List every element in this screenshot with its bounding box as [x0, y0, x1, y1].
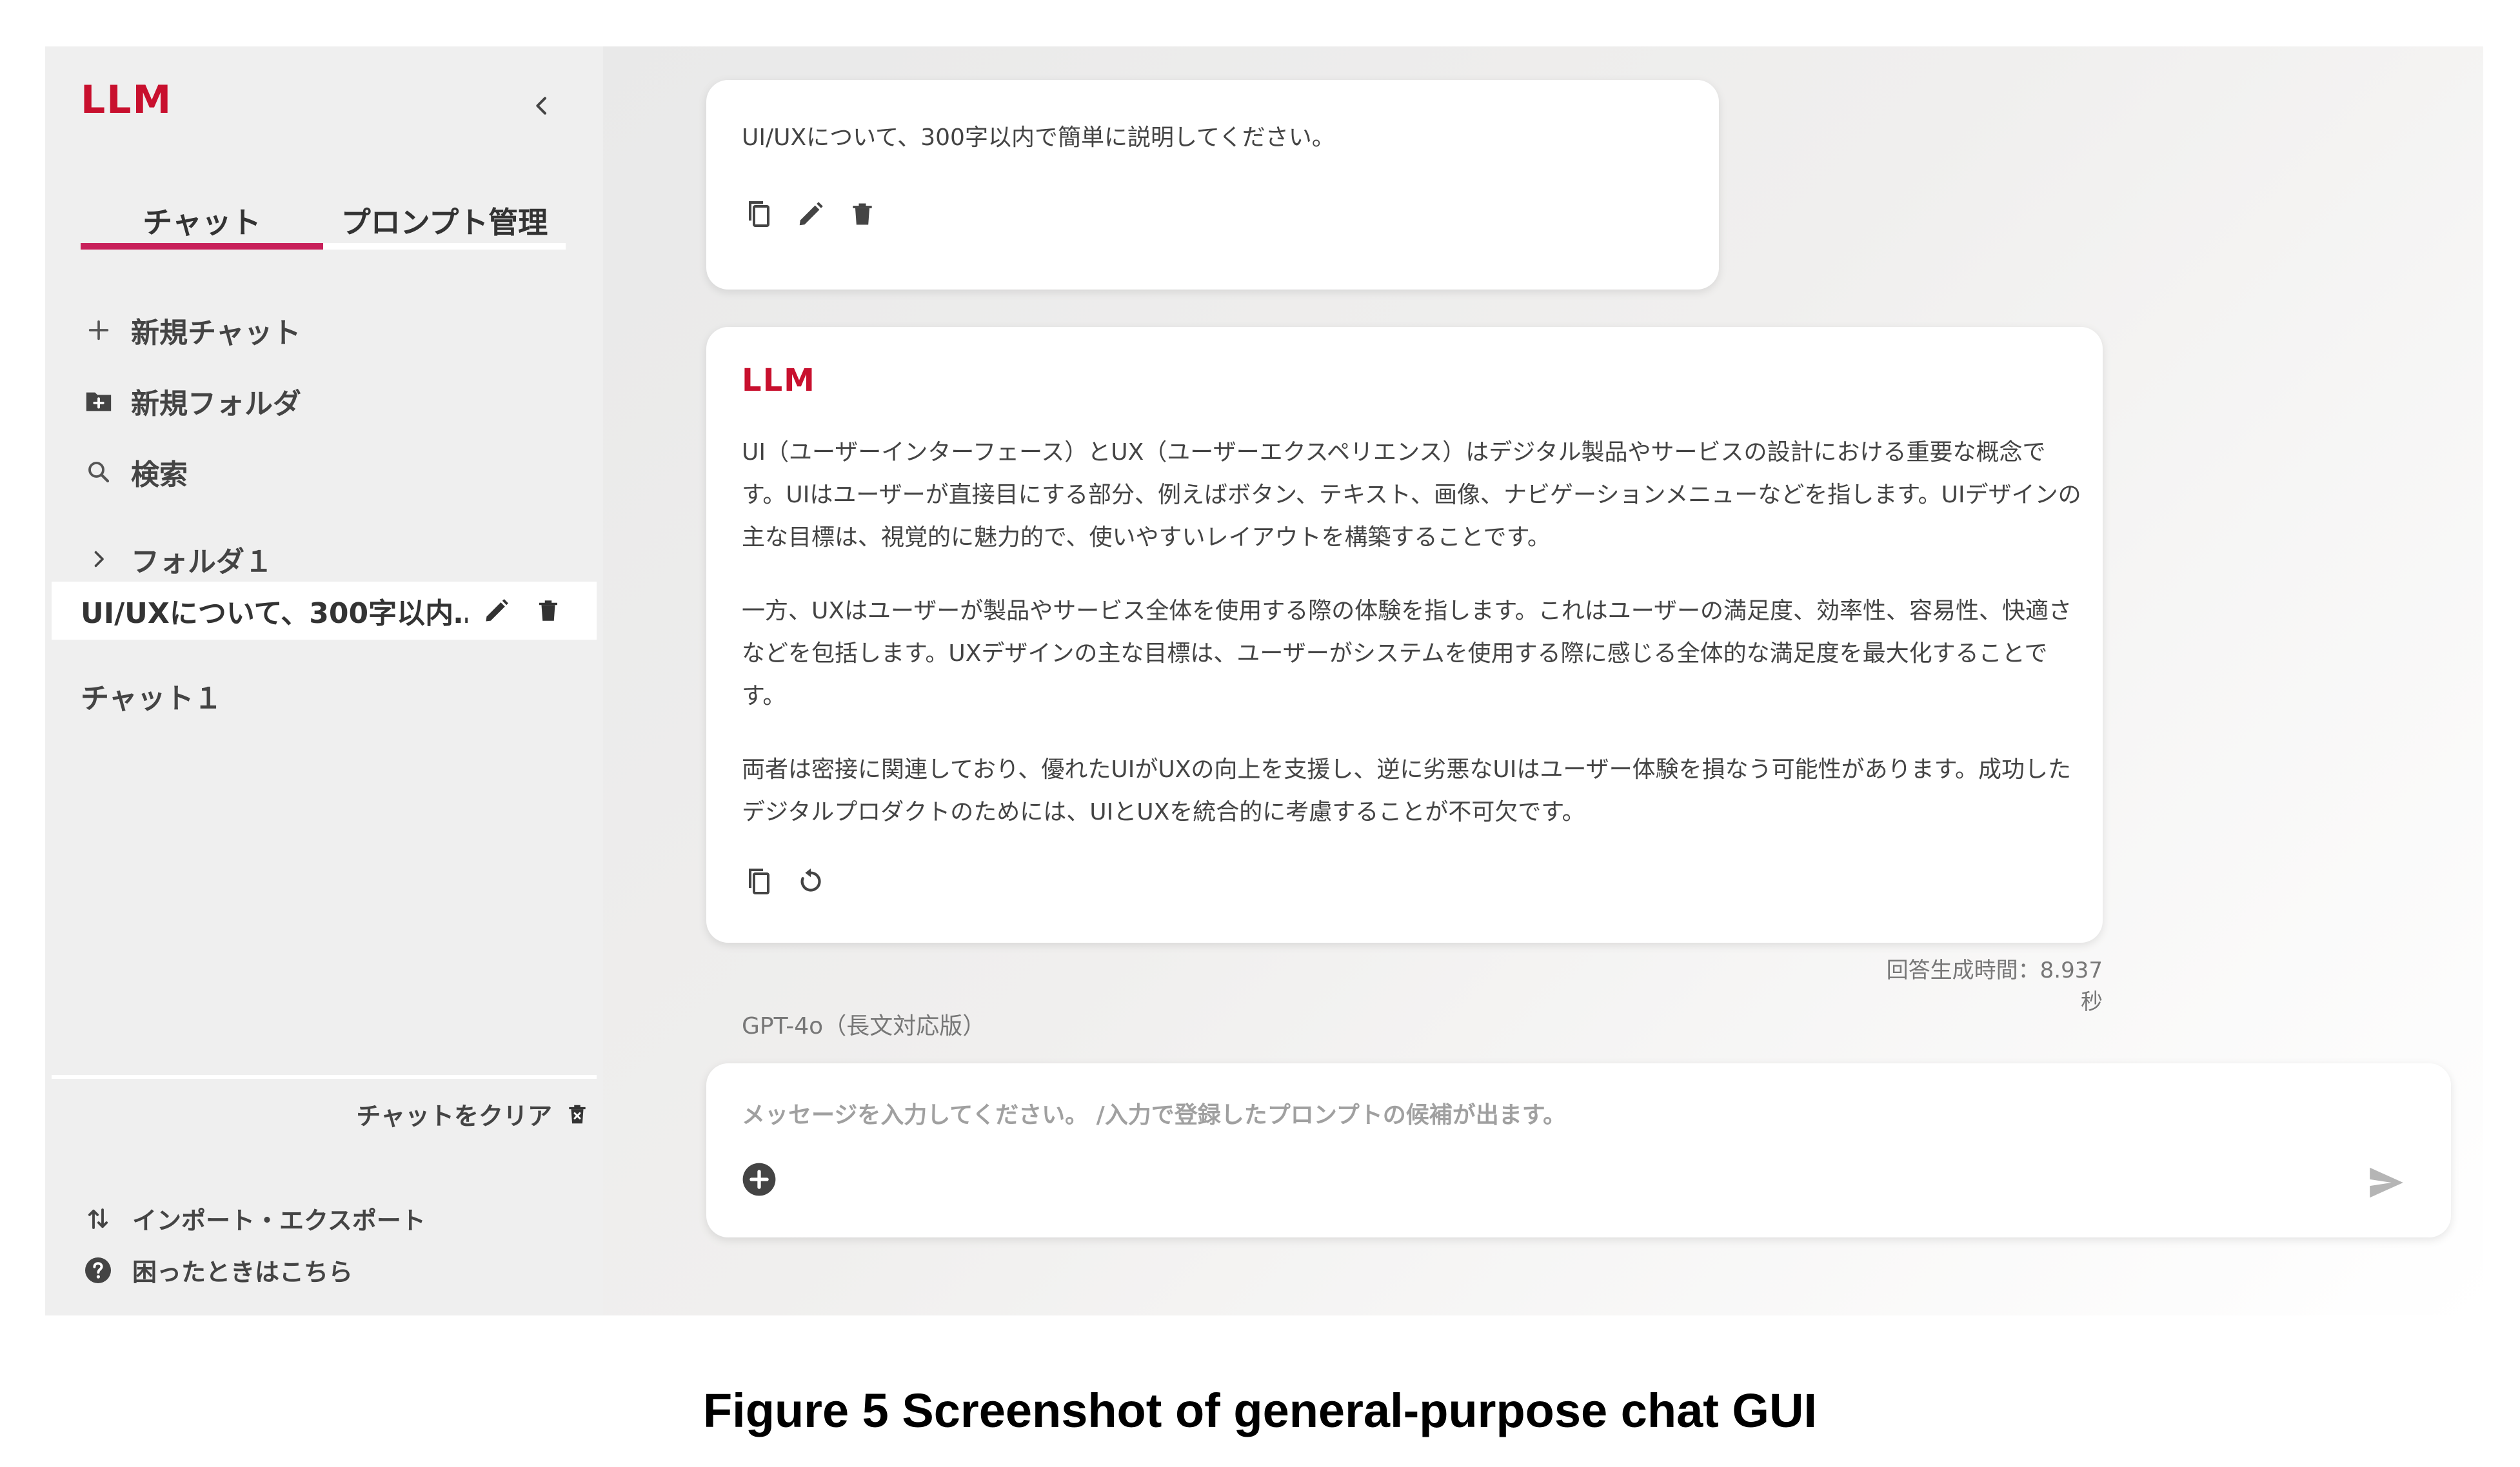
help-circle-icon — [81, 1253, 115, 1288]
tab-prompt-management[interactable]: プロンプト管理 — [323, 192, 566, 250]
edit-chat-button[interactable] — [474, 588, 519, 633]
tab-chat[interactable]: チャット — [81, 192, 323, 250]
chat-item-label: UI/UXについて、300字以内… — [81, 597, 468, 630]
chevron-left-icon — [536, 97, 546, 115]
assistant-paragraph: UI（ユーザーインターフェース）とUX（ユーザーエクスペリエンス）はデジタル製品… — [742, 439, 2081, 551]
app-logo: LLM — [81, 77, 173, 123]
app-window: LLM チャット プロンプト管理 新規チャット 新規フォルダ 検索 フォルダ１ … — [45, 46, 2483, 1315]
model-name: GPT-4o（長文対応版） — [742, 1013, 986, 1039]
figure-caption: Figure 5 Screenshot of general-purpose c… — [702, 1384, 1817, 1437]
sidebar: LLM チャット プロンプト管理 新規チャット 新規フォルダ 検索 フォルダ１ … — [45, 46, 603, 1315]
help-button[interactable]: 困ったときはこちら — [81, 1252, 353, 1288]
help-label: 困ったときはこちら — [132, 1258, 353, 1286]
sidebar-divider — [52, 1075, 597, 1079]
copy-icon — [749, 201, 769, 227]
copy-message-button[interactable] — [740, 195, 779, 233]
trash-icon — [539, 600, 557, 621]
edit-message-button[interactable] — [791, 195, 830, 233]
delete-chat-button[interactable] — [526, 588, 571, 633]
trash-icon — [853, 203, 872, 225]
sidebar-chat-item-active[interactable]: UI/UXについて、300字以内… — [52, 582, 597, 640]
assistant-paragraph: 両者は密接に関連しており、優れたUIがUXの向上を支援し、逆に劣悪なUIはユーザ… — [742, 756, 2072, 825]
new-folder-button[interactable]: 新規フォルダ — [81, 375, 301, 427]
delete-message-button[interactable] — [843, 195, 882, 233]
search-button[interactable]: 検索 — [81, 446, 188, 498]
folder-label: フォルダ１ — [131, 546, 273, 578]
user-message-text: UI/UXについて、300字以内で簡単に説明してください。 — [742, 124, 1335, 151]
clear-chat-label: チャットをクリア — [356, 1102, 552, 1130]
import-export-button[interactable]: インポート・エクスポート — [81, 1201, 426, 1236]
message-composer — [706, 1063, 2451, 1237]
search-icon — [81, 454, 117, 490]
new-chat-button[interactable]: 新規チャット — [81, 304, 301, 356]
sidebar-chat-item[interactable]: チャット１ — [81, 675, 223, 716]
chevron-right-icon — [81, 541, 117, 577]
generation-time: 回答生成時間：8.937秒 — [1886, 958, 2103, 1015]
send-icon — [2370, 1167, 2403, 1198]
pencil-icon — [486, 599, 508, 622]
sidebar-folder-item[interactable]: フォルダ１ — [81, 533, 273, 585]
import-export-label: インポート・エクスポート — [132, 1206, 426, 1235]
add-attachment-button[interactable] — [739, 1159, 780, 1200]
regenerate-response-button[interactable] — [791, 862, 830, 901]
swap-vertical-icon — [81, 1201, 115, 1236]
message-input[interactable] — [742, 1096, 2290, 1134]
pencil-icon — [799, 202, 823, 226]
assistant-message-card: LLM UI（ユーザーインターフェース）とUX（ユーザーエクスペリエンス）はデジ… — [706, 327, 2103, 943]
refresh-icon — [800, 868, 821, 892]
collapse-sidebar-button[interactable] — [522, 86, 561, 125]
assistant-message-body: UI（ユーザーインターフェース）とUX（ユーザーエクスペリエンス）はデジタル製品… — [742, 431, 2083, 865]
assistant-logo: LLM — [742, 362, 816, 399]
send-button[interactable] — [2364, 1160, 2409, 1205]
search-label: 検索 — [131, 458, 188, 491]
new-chat-label: 新規チャット — [131, 317, 301, 350]
user-message-actions — [740, 195, 895, 233]
folder-plus-icon — [81, 383, 117, 419]
clear-chat-button[interactable]: チャットをクリア — [356, 1096, 593, 1132]
copy-response-button[interactable] — [740, 862, 779, 901]
trash-x-icon — [561, 1098, 593, 1130]
chat-main: UI/UXについて、300字以内で簡単に説明してください。 LLM UI（ユーザ… — [603, 46, 2483, 1315]
copy-icon — [749, 869, 769, 894]
new-folder-label: 新規フォルダ — [131, 388, 301, 420]
user-message-card: UI/UXについて、300字以内で簡単に説明してください。 — [706, 80, 1719, 290]
assistant-message-actions — [740, 862, 843, 901]
assistant-paragraph: 一方、UXはユーザーが製品やサービス全体を使用する際の体験を指します。これはユー… — [742, 598, 2072, 709]
plus-circle-icon — [742, 1163, 776, 1196]
plus-icon — [81, 312, 117, 348]
sidebar-tabs: チャット プロンプト管理 — [81, 192, 566, 250]
